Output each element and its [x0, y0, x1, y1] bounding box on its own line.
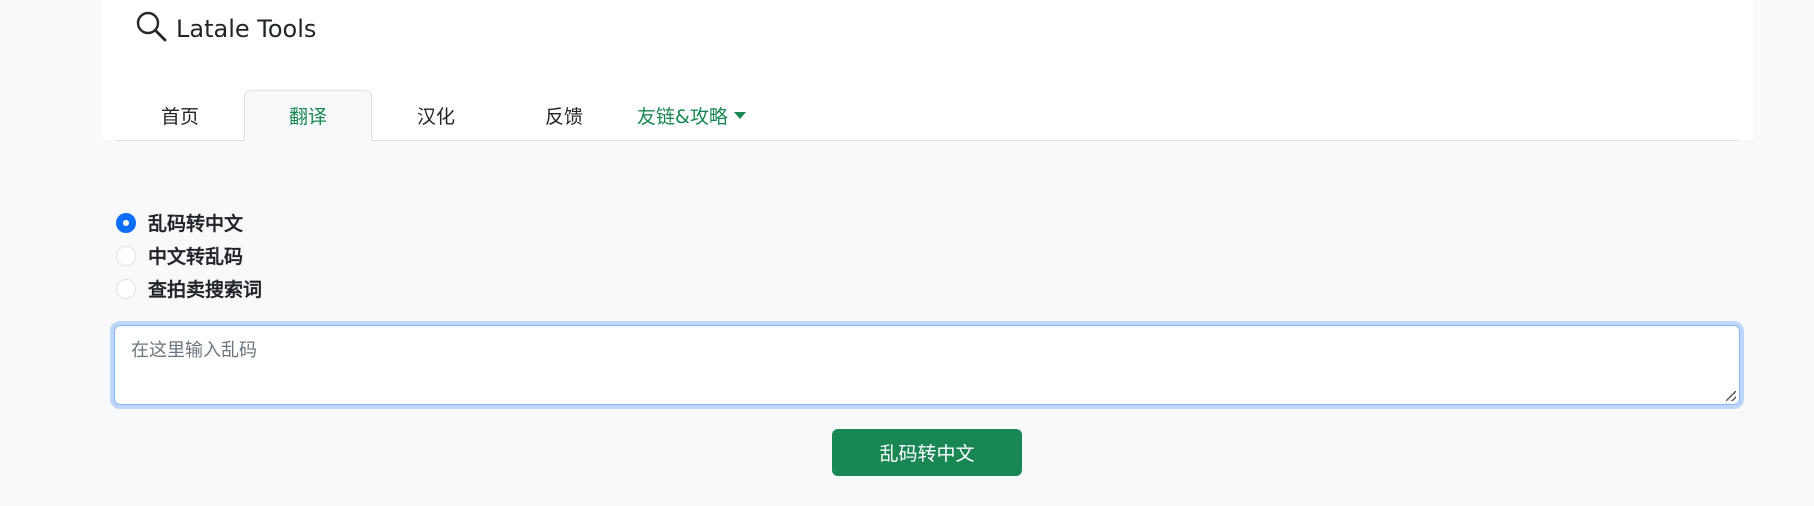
brand[interactable]: Latale Tools — [134, 10, 316, 48]
tab-localize[interactable]: 汉化 — [372, 90, 500, 141]
tab-feedback[interactable]: 反馈 — [500, 90, 628, 141]
search-icon — [134, 9, 168, 49]
radio-garbled-to-chinese[interactable]: 乱码转中文 — [116, 206, 262, 239]
garbled-text-input-wrapper — [114, 325, 1740, 405]
convert-button[interactable]: 乱码转中文 — [832, 429, 1022, 476]
garbled-text-input[interactable] — [115, 326, 1739, 404]
radio-label: 乱码转中文 — [148, 213, 244, 235]
nav-tabs: 首页 翻译 汉化 反馈 友链&攻略 — [116, 88, 1738, 141]
radio-button[interactable] — [116, 278, 136, 299]
caret-down-icon — [733, 112, 746, 119]
tab-home[interactable]: 首页 — [116, 90, 244, 141]
radio-auction-search-terms[interactable]: 查拍卖搜索词 — [116, 272, 262, 305]
tab-links-guides-dropdown[interactable]: 友链&攻略 — [636, 90, 761, 141]
header: Latale Tools 首页 翻译 汉化 反馈 友链&攻略 — [102, 0, 1753, 141]
brand-title: Latale Tools — [176, 15, 317, 43]
mode-radio-group: 乱码转中文 中文转乱码 查拍卖搜索词 — [116, 206, 262, 305]
dropdown-label: 友链&攻略 — [637, 106, 728, 128]
resize-handle-icon[interactable] — [1726, 391, 1736, 401]
radio-button[interactable] — [116, 212, 136, 233]
radio-label: 中文转乱码 — [148, 246, 244, 268]
radio-button[interactable] — [116, 245, 136, 266]
tab-translate[interactable]: 翻译 — [244, 90, 372, 141]
radio-chinese-to-garbled[interactable]: 中文转乱码 — [116, 239, 262, 272]
radio-label: 查拍卖搜索词 — [148, 279, 263, 301]
